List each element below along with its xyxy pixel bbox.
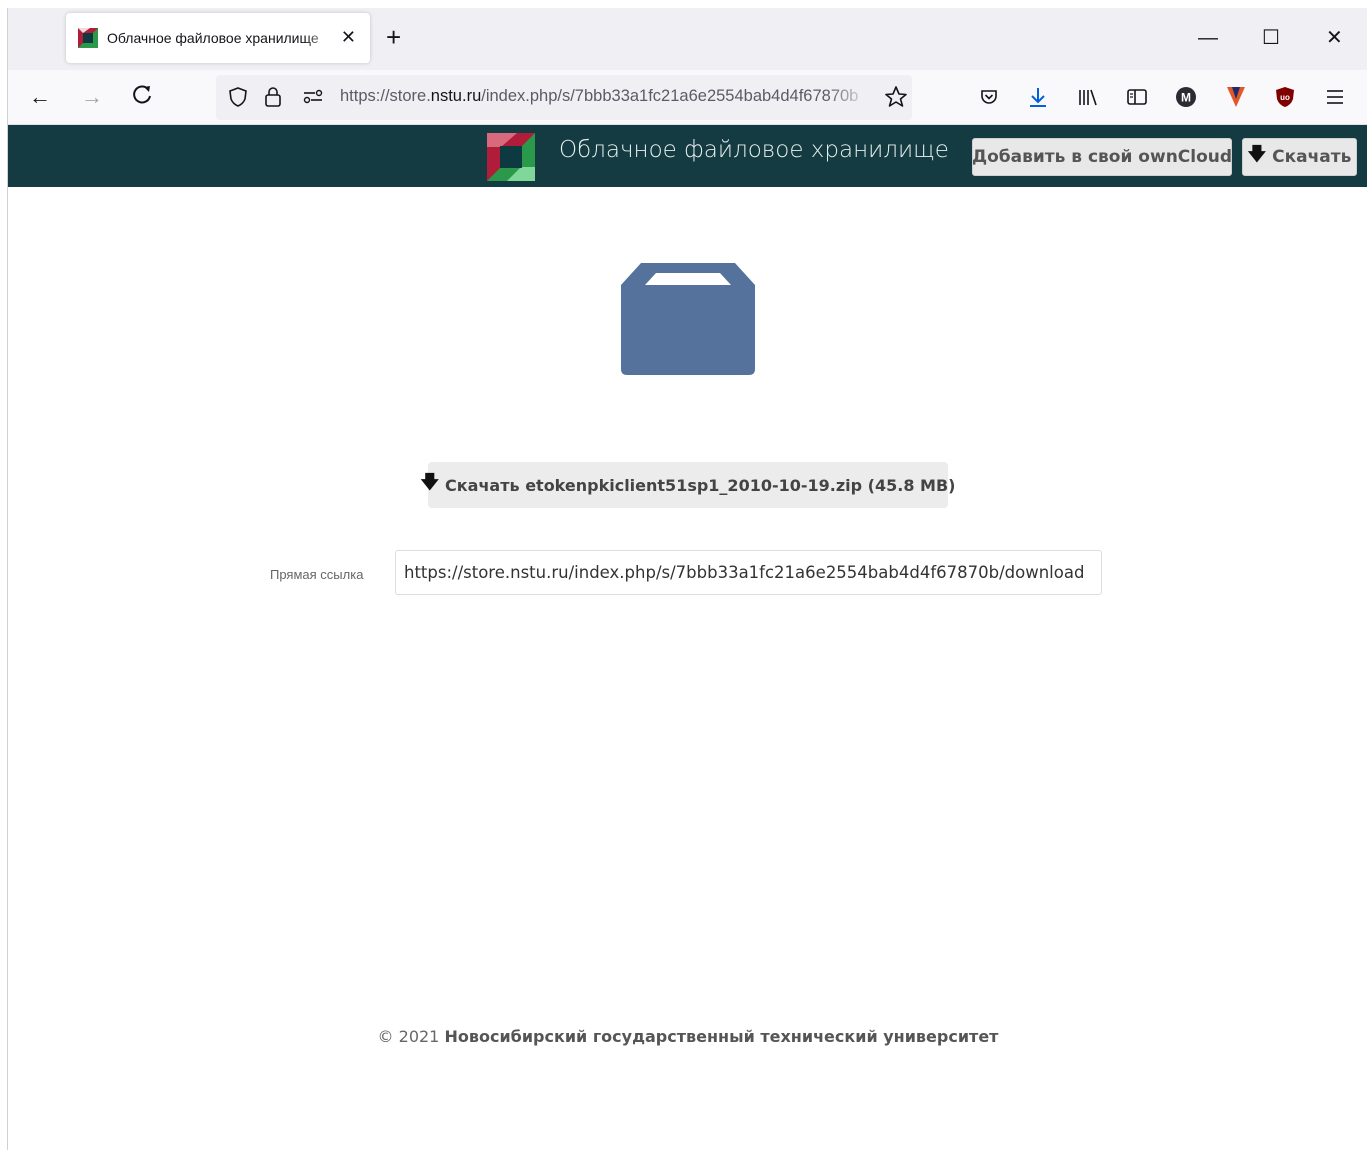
add-to-owncloud-button[interactable]: Добавить в свой ownCloud: [972, 138, 1232, 176]
browser-window: Облачное файловое хранилище ✕ + — ☐ ✕ ← …: [7, 8, 1367, 1150]
download-file-label: Скачать etokenpkiclient51sp1_2010-10-19.…: [445, 475, 956, 495]
url-text[interactable]: https://store.nstu.ru/index.php/s/7bbb33…: [340, 87, 870, 106]
svg-text:M: M: [1181, 91, 1191, 105]
permissions-icon[interactable]: [302, 86, 324, 113]
sidebar-icon[interactable]: [1124, 84, 1150, 110]
bookmark-star-icon[interactable]: [884, 85, 908, 114]
footer-org-link[interactable]: Новосибирский государственный технически…: [444, 1027, 998, 1046]
archive-file-icon: [621, 263, 755, 375]
forward-button[interactable]: →: [78, 83, 106, 111]
account-icon[interactable]: M: [1173, 84, 1199, 110]
site-title: Облачное файловое хранилище: [559, 137, 949, 163]
download-arrow-icon: 🡇: [420, 472, 440, 493]
ublock-icon[interactable]: uo: [1272, 84, 1298, 110]
url-bar[interactable]: https://store.nstu.ru/index.php/s/7bbb33…: [216, 75, 912, 120]
tab-strip: Облачное файловое хранилище ✕ + — ☐ ✕: [8, 8, 1367, 70]
maximize-button[interactable]: ☐: [1262, 24, 1280, 52]
svg-text:uo: uo: [1280, 93, 1290, 102]
new-tab-button[interactable]: +: [386, 22, 401, 52]
extension-v-icon[interactable]: [1223, 84, 1249, 110]
direct-link-input[interactable]: https://store.nstu.ru/index.php/s/7bbb33…: [395, 550, 1102, 595]
tracking-protection-icon[interactable]: [228, 86, 248, 113]
download-file-button[interactable]: 🡇 Скачать etokenpkiclient51sp1_2010-10-19…: [421, 462, 955, 508]
window-close-button[interactable]: ✕: [1326, 24, 1343, 52]
site-logo[interactable]: [487, 133, 535, 181]
library-icon[interactable]: [1075, 84, 1101, 110]
footer-copyright: © 2021: [377, 1027, 440, 1046]
url-prefix: https://store.: [340, 87, 431, 105]
url-domain: nstu.ru: [430, 87, 482, 105]
direct-link-label: Прямая ссылка: [270, 567, 364, 582]
minimize-button[interactable]: —: [1198, 24, 1218, 52]
main-content: 🡇 Скачать etokenpkiclient51sp1_2010-10-19…: [8, 187, 1367, 1150]
reload-icon: [133, 85, 151, 104]
site-header: Облачное файловое хранилище Добавить в с…: [8, 125, 1367, 187]
footer: © 2021 Новосибирский государственный тех…: [8, 1027, 1367, 1046]
tab-close-icon[interactable]: ✕: [341, 25, 356, 49]
browser-tab[interactable]: Облачное файловое хранилище ✕: [66, 13, 370, 63]
header-download-button[interactable]: 🡇 Скачать: [1242, 138, 1357, 176]
menu-icon[interactable]: [1322, 84, 1348, 110]
tab-title: Облачное файловое хранилище: [107, 30, 319, 46]
back-button[interactable]: ←: [26, 83, 54, 111]
download-arrow-icon: 🡇: [1247, 144, 1267, 165]
download-icon[interactable]: [1025, 84, 1051, 110]
lock-icon[interactable]: [264, 86, 282, 113]
header-download-label: Скачать: [1272, 147, 1352, 167]
url-path: /index.php/s/7bbb33a1fc21a6e2554bab4d4f6…: [481, 87, 859, 105]
reload-button[interactable]: [128, 83, 156, 112]
nav-bar: ← → https://store.nstu.ru/index.php/s/7b…: [8, 70, 1367, 125]
site-favicon-icon: [78, 28, 98, 48]
pocket-icon[interactable]: [976, 84, 1002, 110]
